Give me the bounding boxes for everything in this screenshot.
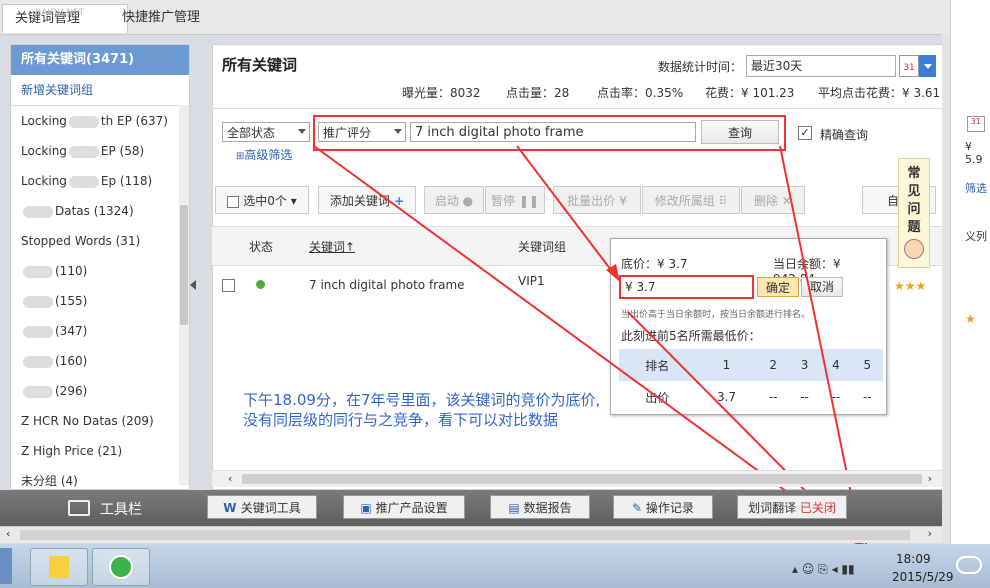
- translate-toggle-button[interactable]: 划词翻译 已关闭: [737, 495, 847, 519]
- data-report-label: 数据报告: [523, 501, 572, 515]
- bottom-toolbar: 工具栏 W 关键词工具 ▣ 推广产品设置 ▤ 数据报告 ✎ 操作记录 划词翻译 …: [0, 490, 942, 526]
- report-icon: ▤: [508, 501, 524, 515]
- browser-icon: [109, 555, 133, 579]
- window-hscroll-thumb[interactable]: [20, 530, 910, 540]
- settings-icon: ▣: [360, 501, 376, 515]
- table-hscroll-thumb[interactable]: [242, 474, 922, 484]
- promo-settings-button[interactable]: ▣ 推广产品设置: [343, 495, 465, 519]
- taskbar-start-edge[interactable]: [0, 548, 12, 584]
- toolbar-title: 工具栏: [100, 502, 142, 518]
- star-icon: ★: [965, 312, 976, 326]
- bg-list: 义列: [965, 230, 987, 243]
- scroll-left-icon[interactable]: ‹: [228, 472, 232, 485]
- scroll-right-icon[interactable]: ›: [928, 472, 932, 485]
- bg-filter: 筛选: [965, 182, 987, 195]
- table-hscrollbar[interactable]: ‹ ›: [212, 470, 942, 487]
- windows-taskbar: ▴ ☺ ⎘ ◂ ▮▮ 18:09 2015/5/29: [0, 544, 990, 588]
- clock-date[interactable]: 2015/5/29: [892, 570, 954, 584]
- operation-log-label: 操作记录: [645, 501, 694, 515]
- calendar-icon: 31: [967, 116, 985, 132]
- cloud-icon[interactable]: [956, 556, 982, 574]
- promo-settings-label: 推广产品设置: [375, 501, 448, 515]
- window-hscrollbar[interactable]: ‹ ›: [0, 526, 942, 543]
- scroll-left-icon[interactable]: ‹: [6, 527, 10, 540]
- clock-time[interactable]: 18:09: [896, 552, 931, 566]
- window-vscrollbar[interactable]: [942, 34, 950, 544]
- keyword-tool-label: 关键词工具: [240, 501, 301, 515]
- background-window-edge: 31 ¥ 5.9 筛选 义列 ★: [950, 0, 990, 544]
- w-icon: W: [223, 501, 241, 515]
- scroll-right-icon[interactable]: ›: [928, 527, 932, 540]
- keyword-tool-button[interactable]: W 关键词工具: [207, 495, 317, 519]
- arrow-to-popup: [516, 145, 615, 275]
- translate-label: 划词翻译: [748, 501, 797, 515]
- tray-icons[interactable]: ▴ ☺ ⎘ ◂ ▮▮: [792, 562, 855, 577]
- taskbar-app-notes[interactable]: [30, 548, 88, 586]
- sticky-note-icon: [49, 556, 69, 578]
- translate-state: 已关闭: [799, 501, 836, 515]
- operation-log-button[interactable]: ✎ 操作记录: [613, 495, 713, 519]
- taskbar-app-browser[interactable]: [92, 548, 150, 586]
- data-report-button[interactable]: ▤ 数据报告: [490, 495, 590, 519]
- bg-price: ¥ 5.9: [965, 140, 983, 166]
- log-icon: ✎: [632, 501, 646, 515]
- toolbox-icon: [68, 500, 90, 516]
